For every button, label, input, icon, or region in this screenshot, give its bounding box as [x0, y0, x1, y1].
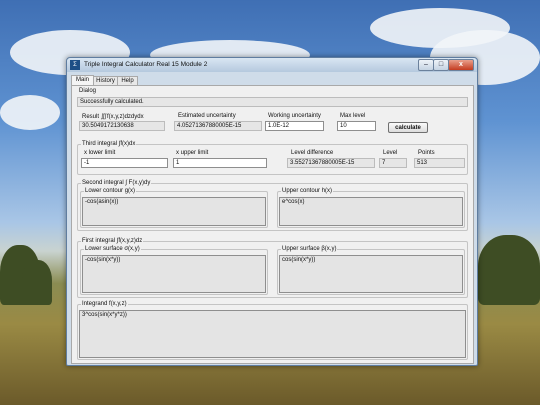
integrand-label: Integrand f(x,y,z) [81, 301, 128, 307]
calculate-button[interactable]: calculate [388, 122, 428, 133]
minimize-button[interactable]: – [418, 59, 434, 71]
tree [478, 235, 540, 305]
app-window: Σ Triple Integral Calculator Real 15 Mod… [66, 57, 478, 366]
working-uncertainty-label: Working uncertainty [268, 113, 321, 119]
working-uncertainty-input[interactable]: 1.0E-12 [265, 121, 324, 131]
upper-surface-label: Upper surface β(x,y) [281, 246, 338, 252]
tab-history[interactable]: History [93, 76, 118, 85]
dialog-message: Successfully calculated. [77, 97, 468, 107]
first-integral-label: First integral ∫f(x,y,z)dz [81, 238, 144, 244]
integrand-input[interactable]: 3^cos(sin(x*y*z)) [79, 310, 466, 358]
tree [22, 260, 52, 305]
dialog-label: Dialog [79, 88, 97, 94]
points-field[interactable]: 513 [414, 158, 465, 168]
lower-surface-label: Lower surface σ(x,y) [84, 246, 141, 252]
app-icon: Σ [70, 60, 80, 70]
estimated-uncertainty-label: Estimated uncertainty [178, 113, 236, 119]
level-label: Level [383, 150, 398, 156]
result-field[interactable]: 30.5049172130638 [79, 121, 165, 131]
third-integral-label: Third integral ∫f(x)dx [81, 141, 137, 147]
maximize-button[interactable]: □ [433, 59, 449, 71]
estimated-uncertainty-field[interactable]: 4.05271367880005E-15 [174, 121, 262, 131]
upper-contour-label: Upper contour h(x) [281, 188, 334, 194]
result-label: Result ∭f(x,y,z)dzdydx [82, 114, 144, 120]
max-level-label: Max level [340, 113, 366, 119]
tab-help[interactable]: Help [117, 76, 138, 85]
lower-contour-label: Lower contour g(x) [84, 188, 137, 194]
upper-contour-input[interactable]: e^cos(x) [279, 197, 463, 226]
max-level-input[interactable]: 10 [337, 121, 376, 131]
second-integral-label: Second integral ∫ F(x,y)dy [81, 180, 152, 186]
title-bar[interactable]: Σ Triple Integral Calculator Real 15 Mod… [67, 58, 477, 72]
level-difference-field[interactable]: 3.55271367880005E-15 [287, 158, 375, 168]
level-difference-label: Level difference [291, 150, 334, 156]
x-upper-limit-input[interactable]: 1 [173, 158, 267, 168]
lower-contour-input[interactable]: -cos(asin(x)) [82, 197, 266, 226]
lower-surface-input[interactable]: -cos(sin(x*y)) [82, 255, 266, 293]
points-label: Points [418, 150, 435, 156]
level-field[interactable]: 7 [379, 158, 407, 168]
x-lower-limit-input[interactable]: -1 [81, 158, 168, 168]
close-button[interactable]: x [448, 59, 474, 71]
window-title: Triple Integral Calculator Real 15 Modul… [84, 61, 208, 68]
main-panel: Dialog Successfully calculated. Result ∭… [71, 85, 474, 364]
upper-surface-input[interactable]: cos(sin(x*y)) [279, 255, 463, 293]
x-lower-limit-label: x lower limit [84, 150, 116, 156]
x-upper-limit-label: x upper limit [176, 150, 209, 156]
cloud [0, 95, 60, 130]
